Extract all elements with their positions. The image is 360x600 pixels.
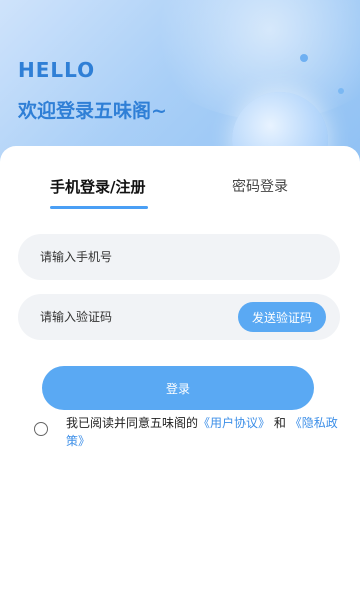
agreement-conjunction: 和 [273, 416, 286, 430]
hello-title: HELLO [18, 58, 96, 82]
agreement-text: 我已阅读并同意五味阁的《用户协议》 和 《隐私政策》 [66, 414, 344, 450]
tab-phone-login[interactable]: 手机登录/注册 [50, 176, 145, 197]
user-agreement-link[interactable]: 《用户协议》 [198, 416, 270, 430]
phone-field[interactable] [18, 234, 340, 280]
code-field[interactable]: 发送验证码 [18, 294, 340, 340]
decorative-dot [338, 88, 344, 94]
welcome-subtitle: 欢迎登录五味阁~ [18, 100, 167, 122]
send-code-button[interactable]: 发送验证码 [238, 302, 326, 332]
login-card: 手机登录/注册 密码登录 发送验证码 登录 我已阅读并同意五味阁的《用户协议》 … [0, 146, 360, 600]
agreement-prefix: 我已阅读并同意五味阁的 [66, 416, 199, 430]
code-input[interactable] [38, 309, 242, 325]
phone-input[interactable] [38, 249, 242, 265]
tab-password-login[interactable]: 密码登录 [232, 176, 288, 196]
decorative-dot [300, 54, 308, 62]
agreement-checkbox[interactable] [34, 422, 48, 436]
login-button[interactable]: 登录 [42, 366, 314, 410]
active-tab-indicator [50, 206, 148, 209]
